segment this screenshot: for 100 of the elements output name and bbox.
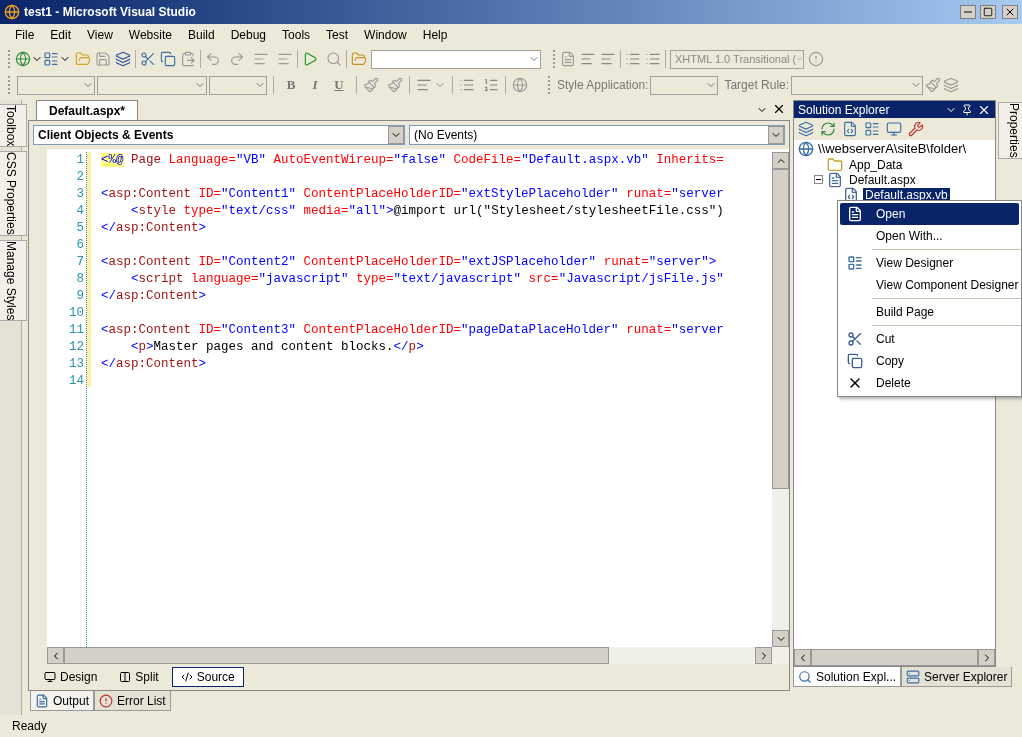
target-rule-dropdown[interactable] [791, 75, 924, 95]
event-dropdown[interactable]: (No Events) [409, 125, 785, 145]
brush-icon[interactable] [387, 77, 403, 93]
scroll-right-icon[interactable] [978, 649, 995, 666]
redo-icon[interactable] [229, 51, 245, 67]
panel-tab[interactable]: Server Explorer [901, 667, 1013, 687]
code-line: <asp:Content ID="Content2" ContentPlaceHolderID="extJSPlaceholder" runat="server"> [101, 254, 717, 271]
scroll-down-icon[interactable] [772, 630, 789, 647]
bullet-list-icon[interactable] [459, 77, 475, 93]
pin-icon[interactable] [961, 103, 973, 116]
tree-item[interactable]: \\webserverA\siteB\folder\ [818, 139, 967, 159]
line-number: 8 [76, 271, 84, 288]
menu-item[interactable]: Help [415, 26, 455, 44]
view-tab[interactable]: Design [35, 667, 107, 687]
menu-item[interactable]: Open [840, 203, 1019, 225]
line-number: 1 [76, 152, 84, 169]
refresh-icon[interactable] [820, 121, 836, 137]
copy-icon [847, 353, 863, 369]
menu-item[interactable]: Website [121, 26, 179, 44]
panel-tab[interactable]: Output [30, 691, 95, 711]
tree-item[interactable]: Default.aspx [847, 172, 918, 187]
line-number: 14 [69, 373, 84, 390]
font-size-dropdown[interactable] [209, 75, 267, 95]
vertical-scrollbar[interactable] [772, 152, 789, 647]
lines-icon[interactable] [253, 51, 269, 67]
copy-icon[interactable] [160, 51, 176, 67]
window-title: test1 - Microsoft Visual Studio [24, 4, 196, 21]
collapse-icon[interactable] [814, 175, 823, 184]
block-format-dropdown[interactable] [17, 75, 95, 95]
side-tab[interactable]: CSS Properties [0, 151, 27, 237]
code-line: <asp:Content ID="Content1" ContentPlaceHolderID="extStylePlaceholder" runat="server [101, 186, 724, 203]
tree-item[interactable]: Default.aspx.vb [863, 187, 950, 202]
menu-item[interactable]: Window [357, 26, 414, 44]
menu-item[interactable]: Test [319, 26, 356, 44]
font-dropdown[interactable] [97, 75, 207, 95]
scroll-right-icon[interactable] [755, 647, 772, 664]
app-icon [4, 4, 20, 20]
view-tab[interactable]: Source [171, 667, 244, 687]
globe-icon[interactable] [512, 77, 528, 93]
close-button[interactable] [1002, 5, 1018, 19]
menu-item[interactable]: Copy [840, 350, 1019, 372]
scroll-left-icon[interactable] [794, 649, 811, 666]
search-icon[interactable] [326, 51, 342, 67]
menu-item[interactable]: View [80, 26, 120, 44]
close-icon[interactable] [772, 102, 786, 116]
side-tab[interactable]: Properties [998, 102, 1022, 159]
style-application-dropdown[interactable] [650, 75, 719, 95]
menu-item[interactable]: View Component Designer [840, 274, 1019, 296]
layers-icon[interactable] [943, 77, 960, 93]
scroll-thumb[interactable] [811, 649, 978, 666]
file-icon [827, 171, 843, 188]
menu-item[interactable]: View Designer [840, 252, 1019, 274]
lines-icon[interactable] [277, 51, 293, 67]
menu-item[interactable]: Edit [43, 26, 79, 44]
menu-item[interactable]: Open With... [840, 225, 1019, 247]
paste-icon[interactable] [180, 51, 196, 67]
play-icon[interactable] [302, 51, 318, 67]
format-button[interactable]: B [280, 75, 302, 95]
document-tab[interactable]: Default.aspx* [36, 100, 139, 120]
line-number: 11 [69, 322, 84, 339]
tree-item[interactable]: App_Data [847, 157, 905, 172]
wrench-icon[interactable] [908, 121, 924, 137]
cut-icon[interactable] [140, 51, 156, 67]
menu-item[interactable]: Cut [840, 328, 1019, 350]
object-dropdown[interactable]: Client Objects & Events [33, 125, 405, 145]
menu-item[interactable]: Tools [275, 26, 318, 44]
menu-item[interactable]: Build [180, 26, 222, 44]
brush-icon[interactable] [925, 77, 942, 93]
numbered-list-icon[interactable] [483, 77, 499, 93]
find-field[interactable] [371, 49, 541, 69]
panel-tab[interactable]: Error List [94, 691, 171, 711]
format-button[interactable]: U [328, 75, 350, 95]
maximize-button[interactable] [980, 5, 996, 19]
menu-item[interactable]: File [8, 26, 42, 44]
scroll-left-icon[interactable] [47, 647, 64, 664]
code-icon [180, 671, 193, 683]
format-button[interactable]: I [304, 75, 326, 95]
folder-icon[interactable] [75, 51, 91, 67]
menu-item[interactable]: Delete [840, 372, 1019, 394]
code-line: </asp:Content> [101, 356, 207, 373]
horizontal-scrollbar[interactable] [47, 647, 789, 664]
brush-icon[interactable] [363, 77, 379, 93]
scroll-thumb[interactable] [772, 169, 789, 489]
minimize-button[interactable] [960, 5, 976, 19]
menu-item[interactable]: Build Page [840, 301, 1019, 323]
scroll-thumb[interactable] [64, 647, 609, 664]
side-tab[interactable]: Toolbox [0, 104, 27, 148]
document-icon[interactable] [560, 51, 576, 67]
panel-tab[interactable]: Solution Expl... [793, 667, 902, 687]
undo-icon[interactable] [205, 51, 221, 67]
page-icon [847, 206, 863, 222]
align-icon[interactable] [416, 77, 432, 93]
validation-icon[interactable] [808, 51, 824, 67]
scroll-up-icon[interactable] [772, 152, 789, 169]
document-icon [35, 693, 49, 708]
view-tab[interactable]: Split [110, 667, 168, 687]
menu-item[interactable]: Debug [223, 26, 274, 44]
side-tab[interactable]: Manage Styles [0, 240, 27, 322]
monitor-icon[interactable] [886, 121, 902, 137]
globe-icon[interactable] [15, 51, 31, 67]
